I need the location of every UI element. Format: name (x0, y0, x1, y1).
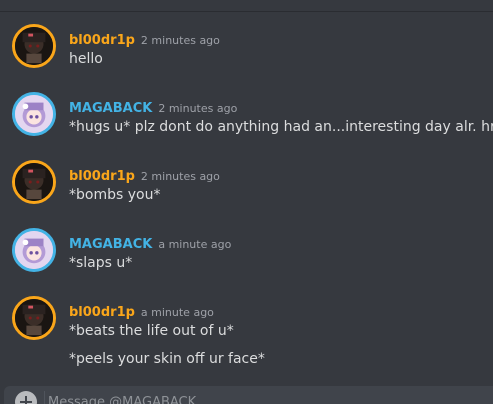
composer-divider (44, 391, 45, 404)
message-group: bl00dr1p 2 minutes ago hello (0, 24, 493, 76)
user-avatar[interactable] (12, 160, 56, 204)
message-list[interactable]: bl00dr1p 2 minutes ago hello MAGABACK 2 mi… (0, 12, 493, 384)
timestamp: 2 minutes ago (158, 102, 238, 115)
avatar-image (15, 299, 53, 337)
message-header: MAGABACK 2 minutes ago (69, 97, 237, 116)
avatar-image (15, 27, 53, 65)
timestamp: 2 minutes ago (140, 34, 220, 47)
user-avatar[interactable] (12, 296, 56, 340)
top-divider (0, 0, 493, 12)
message-text: *bombs you* (69, 187, 161, 203)
username[interactable]: bl00dr1p (69, 33, 135, 48)
message-group: bl00dr1p 2 minutes ago *bombs you* (0, 160, 493, 212)
user-avatar[interactable] (12, 92, 56, 136)
timestamp: 2 minutes ago (140, 170, 220, 183)
plus-circle-icon[interactable] (15, 391, 37, 404)
timestamp: a minute ago (140, 306, 214, 319)
avatar-image (15, 163, 53, 201)
timestamp: a minute ago (158, 238, 232, 251)
username[interactable]: MAGABACK (69, 101, 152, 116)
message-header: bl00dr1p 2 minutes ago (69, 165, 220, 184)
message-input[interactable]: Message @MAGABACK (48, 395, 196, 404)
avatar-image (15, 231, 53, 269)
username[interactable]: bl00dr1p (69, 169, 135, 184)
message-text: hello (69, 51, 103, 67)
username[interactable]: MAGABACK (69, 237, 152, 252)
message-group: MAGABACK 2 minutes ago *hugs u* plz dont … (0, 92, 493, 144)
chat-window: bl00dr1p 2 minutes ago hello MAGABACK 2 mi… (0, 0, 493, 404)
message-header: bl00dr1p 2 minutes ago (69, 29, 220, 48)
message-header: bl00dr1p a minute ago (69, 301, 214, 320)
message-text: *hugs u* plz dont do anything had an...i… (69, 119, 493, 135)
message-text: *beats the life out of u* (69, 323, 234, 339)
user-avatar[interactable] (12, 24, 56, 68)
message-group: bl00dr1p a minute ago *beats the life out… (0, 296, 493, 384)
message-text: *slaps u* (69, 255, 133, 271)
username[interactable]: bl00dr1p (69, 305, 135, 320)
message-header: MAGABACK a minute ago (69, 233, 231, 252)
message-composer[interactable]: Message @MAGABACK (4, 386, 493, 404)
user-avatar[interactable] (12, 228, 56, 272)
avatar-image (15, 95, 53, 133)
message-text: *peels your skin off ur face* (69, 351, 265, 367)
message-group: MAGABACK a minute ago *slaps u* (0, 228, 493, 280)
